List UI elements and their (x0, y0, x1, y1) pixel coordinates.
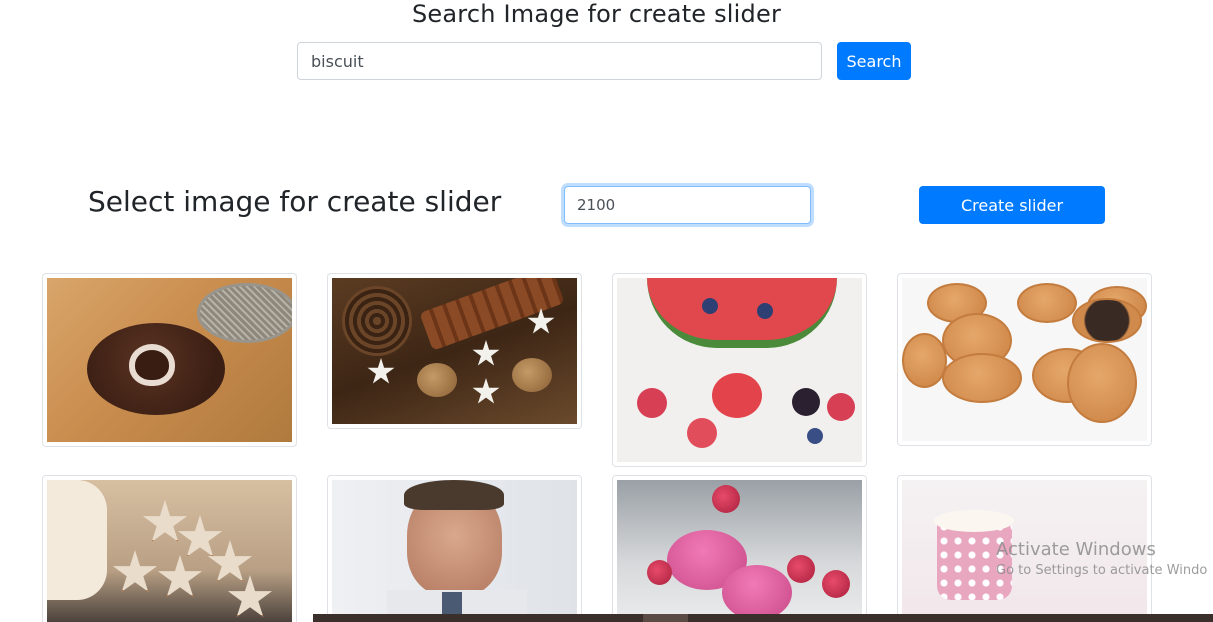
hair-shape (404, 480, 504, 510)
biscuit-shape (902, 333, 947, 388)
star-cookie-shape (472, 378, 500, 404)
cup-shape (47, 480, 107, 600)
star-cookie-shape (472, 340, 500, 366)
biscuit-shape (942, 353, 1022, 403)
page-title: Search Image for create slider (411, 0, 782, 28)
blueberry-shape (702, 298, 718, 314)
image-thumbnail (332, 480, 577, 622)
raspberry-shape (827, 393, 855, 421)
biscuit-shape (1017, 283, 1077, 323)
gallery-image-smiley-biscuits[interactable] (897, 273, 1152, 446)
search-input[interactable] (297, 42, 822, 80)
image-thumbnail (617, 480, 862, 622)
taskbar (313, 614, 1213, 622)
raspberry-shape (637, 388, 667, 418)
windows-activation-subtitle: Go to Settings to activate Windo (996, 563, 1208, 578)
image-thumbnail (332, 278, 577, 424)
gallery-image-star-cookies-on-slate[interactable] (42, 475, 297, 622)
pinecone-shape (342, 286, 412, 356)
star-cookie-shape (157, 555, 203, 597)
duration-input[interactable] (564, 186, 811, 224)
gallery-image-pink-macarons[interactable] (612, 475, 867, 622)
star-cookie-shape (112, 550, 158, 592)
mug-shape (937, 520, 1012, 600)
star-cookie-shape (367, 358, 395, 384)
watermelon-shape (647, 278, 837, 348)
image-thumbnail (902, 278, 1147, 441)
gallery-image-watermelon-and-berries[interactable] (612, 273, 867, 467)
walnut-shape (512, 358, 552, 392)
taskbar-item[interactable] (643, 614, 688, 622)
blackberry-shape (792, 388, 820, 416)
gallery-image-man-eating-biscuit[interactable] (327, 475, 582, 622)
create-slider-button[interactable]: Create slider (919, 186, 1105, 224)
raspberry-shape (647, 560, 672, 585)
raspberry-shape (687, 418, 717, 448)
walnut-shape (417, 363, 457, 397)
gallery-image-cinnamon-and-star-cookies[interactable] (327, 273, 582, 429)
macaron-shape (722, 565, 792, 620)
image-thumbnail (47, 480, 292, 622)
star-cookie-shape (142, 500, 188, 542)
search-button[interactable]: Search (837, 42, 911, 80)
blueberry-shape (757, 303, 773, 319)
blueberry-shape (807, 428, 823, 444)
heart-shape (135, 350, 169, 380)
raspberry-shape (787, 555, 815, 583)
image-thumbnail (47, 278, 292, 442)
star-cookie-shape (207, 540, 253, 582)
star-cookie-shape (177, 515, 223, 557)
biscuit-shape (1067, 343, 1137, 423)
star-cookie-shape (227, 575, 273, 617)
biscuit-shape (1072, 298, 1142, 343)
section-title: Select image for create slider (88, 185, 502, 218)
gallery-image-cookie-with-heart[interactable] (42, 273, 297, 447)
image-thumbnail (617, 278, 862, 462)
raspberry-shape (822, 570, 850, 598)
raspberry-shape (712, 485, 740, 513)
windows-activation-title: Activate Windows (996, 539, 1156, 560)
heart-melon-shape (712, 373, 762, 418)
sieve-shape (197, 283, 292, 343)
cream-shape (934, 510, 1014, 532)
